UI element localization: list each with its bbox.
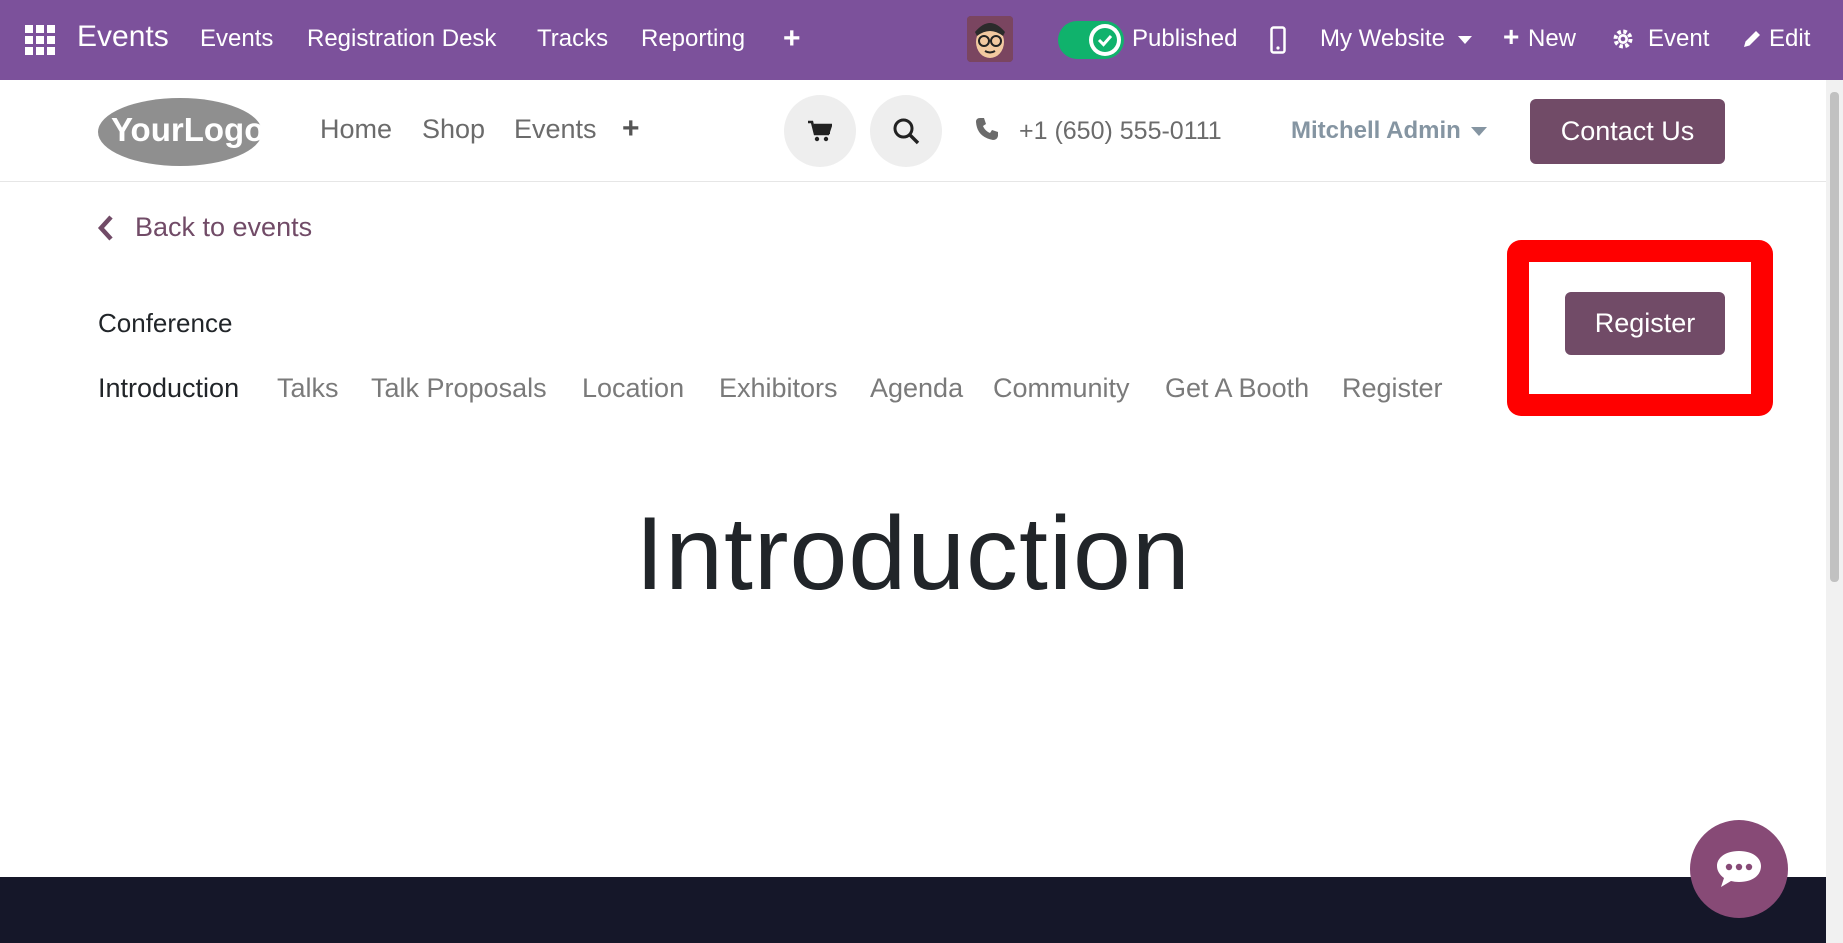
scrollbar-thumb[interactable]	[1830, 92, 1839, 582]
register-button[interactable]: Register	[1565, 292, 1725, 355]
chat-bubble-icon	[1717, 851, 1761, 887]
tab-get-a-booth[interactable]: Get A Booth	[1165, 373, 1309, 404]
menu-reporting[interactable]: Reporting	[641, 25, 745, 53]
add-page-icon[interactable]: +	[622, 112, 640, 146]
new-button[interactable]: New	[1528, 25, 1576, 53]
cart-icon	[808, 120, 832, 142]
tab-talk-proposals[interactable]: Talk Proposals	[371, 373, 547, 404]
scrollbar[interactable]	[1826, 80, 1843, 943]
nav-shop[interactable]: Shop	[422, 114, 485, 145]
site-logo[interactable]: YourLogo	[97, 95, 263, 166]
page-title: Introduction	[635, 496, 1191, 612]
user-avatar[interactable]	[967, 16, 1013, 62]
tab-introduction[interactable]: Introduction	[98, 373, 239, 404]
pencil-icon	[1744, 31, 1760, 47]
website-switcher[interactable]: My Website	[1320, 25, 1445, 53]
chevron-down-icon	[1458, 36, 1472, 44]
nav-events[interactable]: Events	[514, 114, 597, 145]
edit-button[interactable]: Edit	[1769, 25, 1810, 53]
event-name: Conference	[98, 308, 233, 338]
footer	[0, 877, 1826, 943]
tab-talks[interactable]: Talks	[277, 373, 339, 404]
search-button[interactable]	[870, 95, 942, 167]
gear-icon	[1613, 29, 1633, 49]
tab-agenda[interactable]: Agenda	[870, 373, 963, 404]
menu-events[interactable]: Events	[200, 25, 273, 53]
published-toggle[interactable]	[1058, 21, 1124, 59]
live-chat-button[interactable]	[1690, 820, 1788, 918]
app-brand[interactable]: Events	[77, 20, 169, 54]
published-label[interactable]: Published	[1132, 25, 1237, 53]
cart-button[interactable]	[784, 95, 856, 167]
contact-us-button[interactable]: Contact Us	[1530, 99, 1725, 164]
tab-community[interactable]: Community	[993, 373, 1130, 404]
chevron-down-icon	[1471, 127, 1487, 136]
plus-icon: +	[1503, 21, 1520, 52]
nav-home[interactable]: Home	[320, 114, 392, 145]
menu-tracks[interactable]: Tracks	[537, 25, 608, 53]
mobile-preview-icon[interactable]	[1270, 26, 1286, 54]
phone-icon	[976, 118, 998, 140]
tab-location[interactable]: Location	[582, 373, 684, 404]
user-menu[interactable]: Mitchell Admin	[1291, 117, 1461, 145]
topbar: Events Events Registration Desk Tracks R…	[0, 0, 1843, 80]
add-menu-icon[interactable]: +	[783, 22, 801, 56]
menu-registration-desk[interactable]: Registration Desk	[307, 25, 496, 53]
apps-grid-icon[interactable]	[25, 25, 55, 55]
svg-text:YourLogo: YourLogo	[111, 111, 263, 148]
back-to-events-link[interactable]: Back to events	[97, 212, 312, 243]
check-icon	[1093, 28, 1117, 52]
search-icon	[893, 118, 920, 145]
tab-exhibitors[interactable]: Exhibitors	[719, 373, 838, 404]
tab-register[interactable]: Register	[1342, 373, 1443, 404]
event-settings-button[interactable]: Event	[1648, 25, 1709, 53]
back-label: Back to events	[135, 212, 313, 242]
chevron-left-icon	[97, 214, 113, 241]
phone-number[interactable]: +1 (650) 555-0111	[1019, 117, 1222, 146]
